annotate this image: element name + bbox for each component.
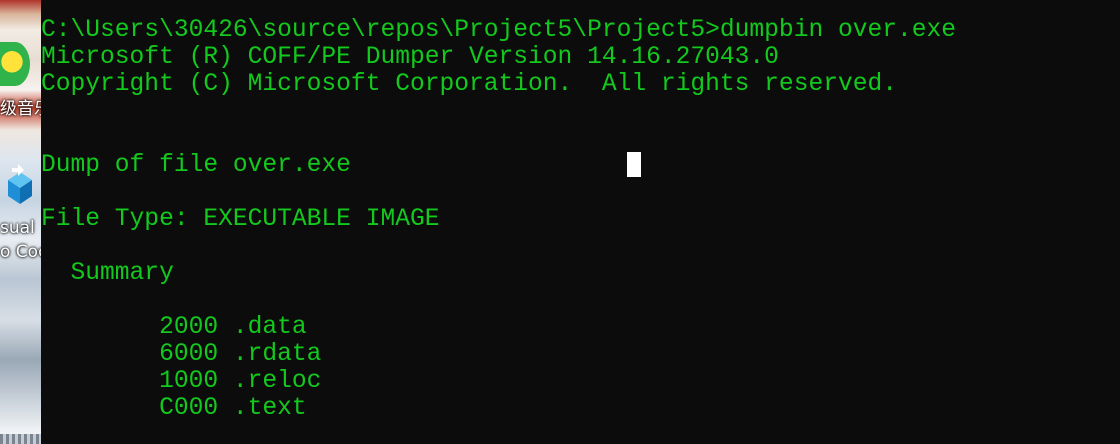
console-line-section-text: C000 .text	[41, 395, 307, 422]
desktop-edge	[0, 434, 41, 444]
console-line-section-rdata: 6000 .rdata	[41, 341, 322, 368]
console-line-copyright: Copyright (C) Microsoft Corporation. All…	[41, 71, 898, 98]
text-cursor	[627, 152, 641, 177]
desktop-background: 级音乐 sual o Coc	[0, 0, 51, 444]
console-window[interactable]: C:\Users\30426\source\repos\Project5\Pro…	[41, 0, 1120, 444]
console-line-section-data: 2000 .data	[41, 314, 307, 341]
console-line-dump-of: Dump of file over.exe	[41, 152, 351, 179]
screen: 级音乐 sual o Coc C:\Users\30426\source\rep…	[0, 0, 1120, 444]
console-line-banner: Microsoft (R) COFF/PE Dumper Version 14.…	[41, 44, 779, 71]
vscode-label-line1: sual	[0, 218, 35, 238]
console-line-section-reloc: 1000 .reloc	[41, 368, 322, 395]
console-line-summary: Summary	[41, 260, 174, 287]
music-app-icon[interactable]	[0, 42, 30, 86]
console-line-file-type: File Type: EXECUTABLE IMAGE	[41, 206, 440, 233]
visual-studio-code-icon[interactable]	[2, 160, 38, 212]
console-line-command: C:\Users\30426\source\repos\Project5\Pro…	[41, 17, 957, 44]
